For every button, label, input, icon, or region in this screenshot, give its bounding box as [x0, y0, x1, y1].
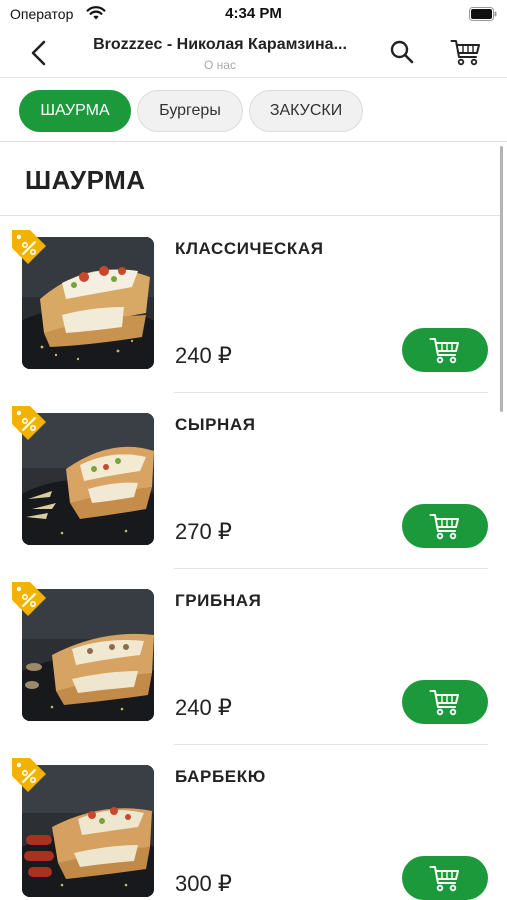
cart-icon: [429, 866, 459, 892]
add-to-cart-button[interactable]: [402, 856, 488, 900]
product-item[interactable]: ГРИБНАЯ 240 ₽: [0, 569, 500, 745]
product-item[interactable]: КЛАССИЧЕСКАЯ 240 ₽: [0, 217, 500, 393]
cart-icon: [450, 40, 480, 66]
product-name: КЛАССИЧЕСКАЯ: [175, 239, 324, 258]
about-link[interactable]: О нас: [70, 58, 370, 72]
battery-icon: [469, 7, 497, 21]
cart-icon: [429, 690, 459, 716]
product-item[interactable]: БАРБЕКЮ 300 ₽: [0, 745, 500, 900]
search-icon: [390, 40, 414, 64]
discount-badge-icon: [12, 406, 46, 440]
discount-badge-icon: [12, 582, 46, 616]
tab-burgers[interactable]: Бургеры: [137, 90, 243, 132]
product-name: ГРИБНАЯ: [175, 591, 262, 610]
product-price: 240 ₽: [175, 695, 232, 720]
product-name: СЫРНАЯ: [175, 415, 256, 434]
navigation-bar: Brozzzec - Николая Карамзина... О нас: [0, 28, 507, 78]
category-tabs: ШАУРМА Бургеры ЗАКУСКИ: [0, 79, 507, 142]
product-price: 300 ₽: [175, 871, 232, 896]
back-button[interactable]: [22, 36, 56, 70]
product-item[interactable]: СЫРНАЯ 270 ₽: [0, 393, 500, 569]
search-button[interactable]: [386, 36, 418, 68]
product-name: БАРБЕКЮ: [175, 767, 266, 786]
add-to-cart-button[interactable]: [402, 504, 488, 548]
discount-badge-icon: [12, 758, 46, 792]
chevron-left-icon: [31, 40, 46, 66]
product-price: 240 ₽: [175, 343, 232, 368]
status-time: 4:34 PM: [225, 5, 282, 22]
tab-shawarma[interactable]: ШАУРМА: [19, 90, 131, 132]
status-bar: Оператор 4:34 PM: [0, 0, 507, 28]
tab-snacks[interactable]: ЗАКУСКИ: [249, 90, 363, 132]
discount-badge-icon: [12, 230, 46, 264]
scrollbar[interactable]: [500, 146, 503, 412]
product-price: 270 ₽: [175, 519, 232, 544]
cart-button[interactable]: [448, 34, 484, 70]
page-title: Brozzzec - Николая Карамзина...: [93, 36, 347, 53]
cart-icon: [429, 338, 459, 364]
section-header: ШАУРМА: [0, 143, 500, 216]
cart-icon: [429, 514, 459, 540]
add-to-cart-button[interactable]: [402, 328, 488, 372]
section-title: ШАУРМА: [25, 165, 146, 195]
add-to-cart-button[interactable]: [402, 680, 488, 724]
